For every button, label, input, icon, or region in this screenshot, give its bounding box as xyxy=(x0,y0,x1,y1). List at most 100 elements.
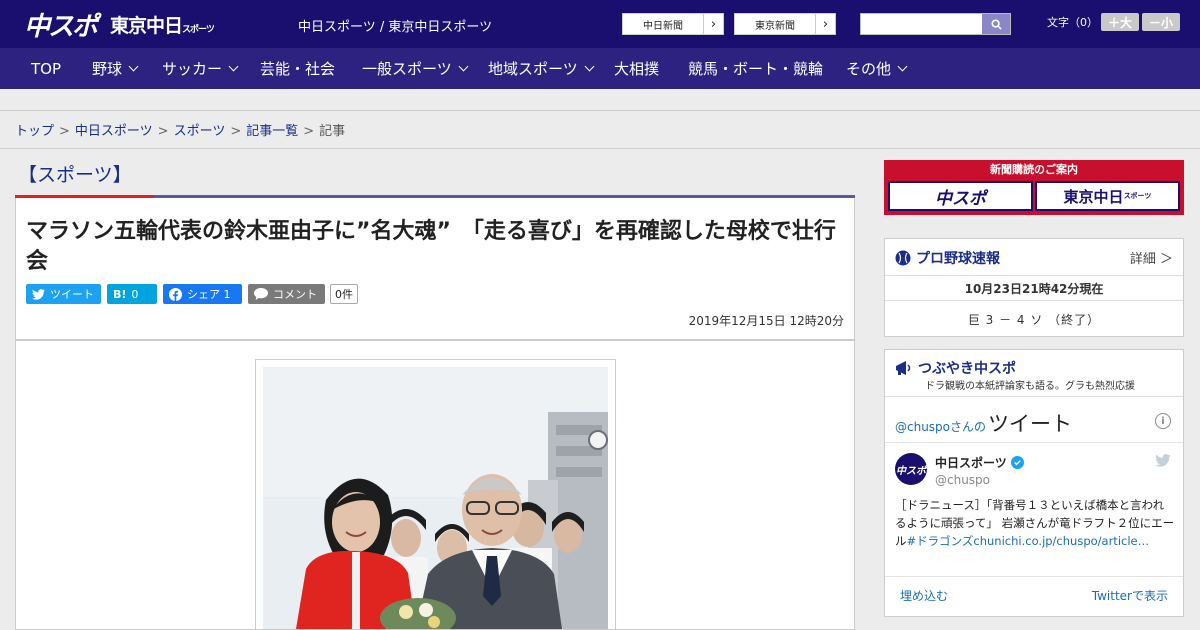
nav-label: TOP xyxy=(31,59,62,78)
twitter-bird-icon[interactable] xyxy=(1155,454,1171,467)
chuspo-logo[interactable]: 中スポ xyxy=(24,6,98,43)
breadcrumb-current: 記事 xyxy=(319,124,346,139)
baseball-icon xyxy=(895,250,911,266)
comment-label: コメント xyxy=(273,288,317,301)
baseball-box-header: プロ野球速報 xyxy=(895,248,1000,268)
twitter-bird-icon xyxy=(32,288,45,300)
tokyo-chunichi-logo[interactable]: 東京中日スポーツ xyxy=(110,11,215,38)
search-button[interactable] xyxy=(982,14,1010,34)
article-photo-image xyxy=(263,367,608,629)
breadcrumb-separator: > xyxy=(303,124,315,139)
tokyo-chunichi-logo-text: 東京中日 xyxy=(110,15,183,37)
ad-strip xyxy=(0,89,1200,111)
comment-count-badge: 0件 xyxy=(330,284,358,304)
tweet-link[interactable]: #ドラゴンズchunichi.co.jp/chuspo/article… xyxy=(907,534,1150,548)
tokyo-shimbun-link[interactable]: 東京新聞 › xyxy=(734,13,836,35)
nav-label: 芸能・社会 xyxy=(260,60,336,78)
breadcrumb: トップ > 中日スポーツ > スポーツ > 記事一覧 > 記事 xyxy=(15,120,345,139)
speech-bubble-icon xyxy=(254,288,268,300)
tweets-box-header: つぶやき中スポ xyxy=(895,358,1016,378)
font-bigger-button[interactable]: ＋大 xyxy=(1101,13,1139,31)
comment-button[interactable]: コメント xyxy=(248,284,325,304)
search-icon xyxy=(990,18,1002,30)
nav-item-top[interactable]: TOP xyxy=(31,48,61,89)
baseball-score[interactable]: 巨 3 － 4 ソ （終了） xyxy=(885,311,1183,328)
view-on-twitter-link[interactable]: Twitterで表示 xyxy=(1092,587,1168,604)
tweets-box-subtitle: ドラ観戦の本紙評論家も語る。グラも熱烈応援 xyxy=(925,381,1135,392)
info-icon[interactable]: i xyxy=(1155,413,1171,429)
hatena-bookmark-button[interactable]: B! 0 xyxy=(107,284,157,304)
article-headline: マラソン五輪代表の鈴木亜由子に”名大魂” 「走る喜び」を再確認した母校で壮行会 xyxy=(26,219,836,274)
ext-link-label: 中日新聞 xyxy=(643,20,683,32)
nav-item-sumo[interactable]: 大相撲 xyxy=(614,48,659,89)
baseball-scores-box: プロ野球速報 詳細 ＞ 10月23日21時42分現在 巨 3 － 4 ソ （終了… xyxy=(884,238,1184,337)
site-header: 中スポ 東京中日スポーツ 中日スポーツ / 東京中日スポーツ 中日新聞 › 東京… xyxy=(0,0,1200,48)
tweet-text: ［ドラニュース］「背番号１３といえば橋本と言われるように頑張って」 岩瀬さんが竜… xyxy=(895,496,1175,550)
nav-label: 地域スポーツ xyxy=(488,60,578,78)
section-title: 【スポーツ】 xyxy=(18,164,132,186)
tweets-box-title: つぶやき中スポ xyxy=(918,361,1016,377)
verified-badge-icon xyxy=(1010,456,1024,469)
section-rule-bar xyxy=(154,195,855,198)
facebook-icon xyxy=(169,287,182,301)
timeline-heading: @chuspoさんの ツイート xyxy=(895,408,1072,438)
baseball-detail-link[interactable]: 詳細 ＞ xyxy=(1130,248,1173,267)
promo-tokyo-chunichi-button[interactable]: 東京中日 スポーツ xyxy=(1035,181,1180,211)
chevron-right-icon: › xyxy=(815,14,835,34)
timeline-handle-line[interactable]: @chuspoさんの xyxy=(895,418,986,435)
nav-item-regional-sports[interactable]: 地域スポーツ xyxy=(488,48,595,89)
nav-item-soccer[interactable]: サッカー xyxy=(162,48,239,89)
promo-chuspo-button[interactable]: 中スポ xyxy=(888,181,1033,211)
font-smaller-button[interactable]: －小 xyxy=(1142,13,1180,31)
search-box xyxy=(860,13,1011,35)
font-size-label: 文字（0） xyxy=(1047,16,1098,29)
subscription-promo[interactable]: 新聞購読のご案内 中スポ 東京中日 スポーツ xyxy=(884,160,1184,215)
chevron-down-icon xyxy=(584,61,595,72)
divider xyxy=(0,148,1200,149)
baseball-box-title: プロ野球速報 xyxy=(916,251,1000,267)
chunichi-shimbun-link[interactable]: 中日新聞 › xyxy=(622,13,724,35)
tweet-account-handle[interactable]: @chuspo xyxy=(935,473,990,487)
nav-item-racing[interactable]: 競馬・ボート・競輪 xyxy=(688,48,823,89)
breadcrumb-link-top[interactable]: トップ xyxy=(15,124,54,139)
article-photo xyxy=(255,359,616,630)
site-names: 中日スポーツ / 東京中日スポーツ xyxy=(298,20,493,35)
search-input[interactable] xyxy=(861,14,981,34)
nav-label: 競馬・ボート・競輪 xyxy=(688,60,824,78)
nav-label: 大相撲 xyxy=(614,60,660,78)
nav-label: 野球 xyxy=(92,60,123,78)
nav-item-general-sports[interactable]: 一般スポーツ xyxy=(362,48,469,89)
hatena-icon: B! xyxy=(113,287,127,301)
timeline-tweet-word: ツイート xyxy=(988,412,1073,436)
embed-link[interactable]: 埋め込む xyxy=(900,587,948,604)
promo-tokyo-label: 東京中日 xyxy=(1063,187,1124,206)
avatar[interactable]: 中スポ xyxy=(895,453,927,485)
megaphone-icon xyxy=(896,361,911,375)
tweet-label: ツイート xyxy=(50,288,94,301)
tweets-box: つぶやき中スポ ドラ観戦の本紙評論家も語る。グラも熱烈応援 @chuspoさんの… xyxy=(884,349,1184,617)
tokyo-chunichi-logo-sub: スポーツ xyxy=(182,25,215,35)
breadcrumb-separator: > xyxy=(59,124,70,139)
nav-label: 一般スポーツ xyxy=(362,60,452,78)
ext-link-label: 東京新聞 xyxy=(755,20,795,32)
facebook-share-button[interactable]: シェア 1 xyxy=(163,284,242,304)
chevron-down-icon xyxy=(128,61,139,72)
nav-label: その他 xyxy=(846,60,892,78)
chevron-down-icon xyxy=(458,61,469,72)
breadcrumb-link-chunichi-sports[interactable]: 中日スポーツ xyxy=(75,124,153,139)
chevron-down-icon xyxy=(228,61,239,72)
nav-item-other[interactable]: その他 xyxy=(846,48,908,89)
promo-tokyo-sub: スポーツ xyxy=(1123,192,1152,200)
breadcrumb-link-article-list[interactable]: 記事一覧 xyxy=(246,124,298,139)
tweet-author[interactable]: 中日スポーツ xyxy=(935,454,1024,471)
tweet-account-name: 中日スポーツ xyxy=(935,456,1007,470)
tweet-button[interactable]: ツイート xyxy=(26,284,101,304)
nav-item-entertainment[interactable]: 芸能・社会 xyxy=(260,48,335,89)
article-date: 2019年12月15日 12時20分 xyxy=(688,314,844,328)
facebook-share-label: シェア xyxy=(187,288,220,301)
hatena-count: 0 xyxy=(131,287,139,301)
promo-chuspo-label: 中スポ xyxy=(935,188,986,209)
nav-label: サッカー xyxy=(162,60,223,78)
nav-item-baseball[interactable]: 野球 xyxy=(92,48,139,89)
breadcrumb-link-sports[interactable]: スポーツ xyxy=(174,124,226,139)
